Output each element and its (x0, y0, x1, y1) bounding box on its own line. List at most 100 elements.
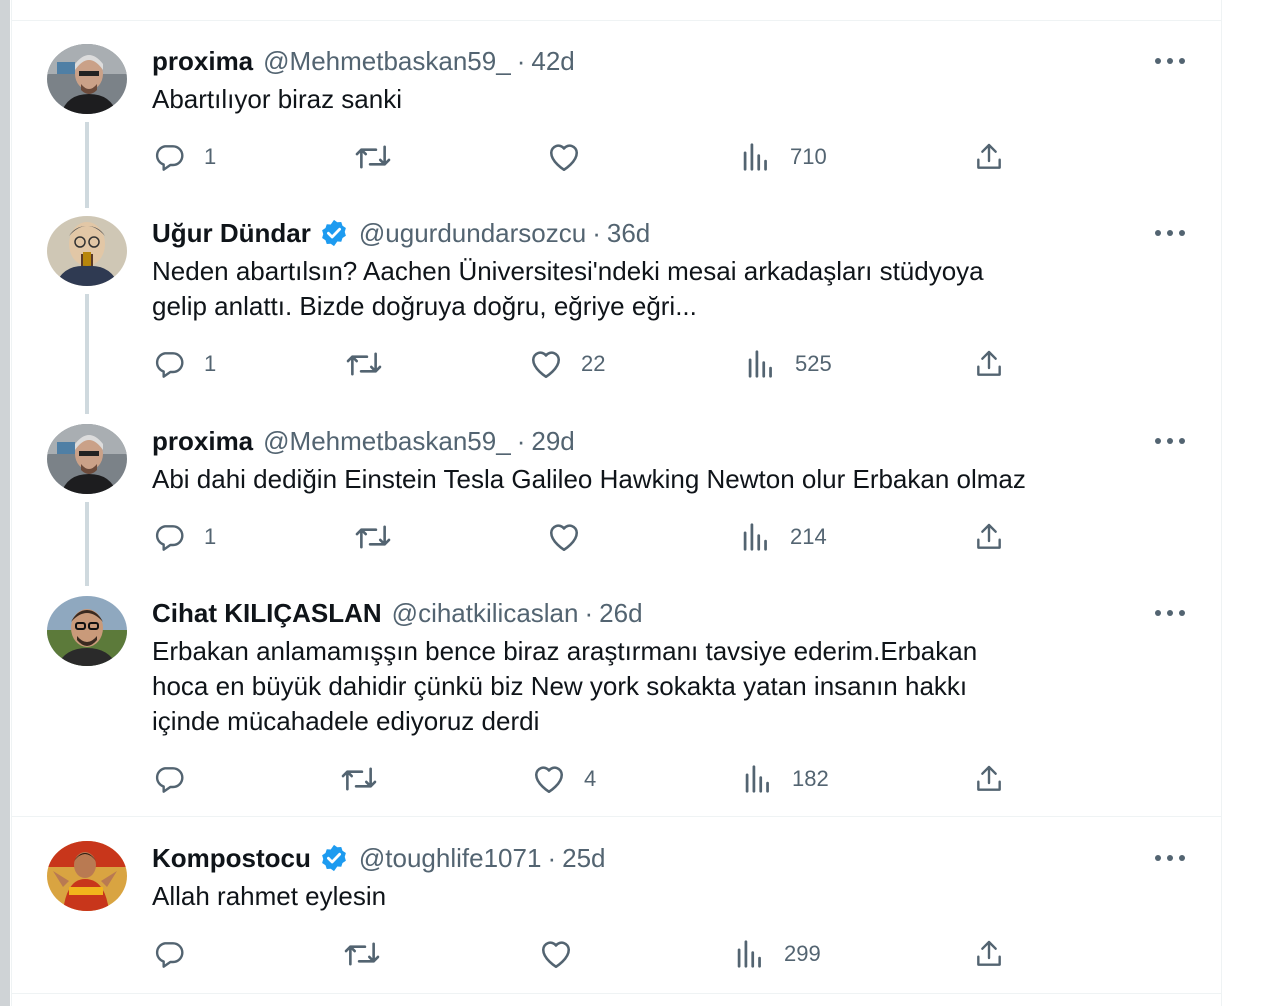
more-options-button[interactable] (1152, 218, 1188, 248)
tweet-text-line: gelip anlattı. Bizde doğruya doğru, eğri… (152, 291, 697, 321)
views-button[interactable]: 299 (734, 934, 821, 974)
tweet[interactable]: proxima @Mehmetbaskan59_ · 29d Abi dahi … (12, 420, 1221, 570)
share-button[interactable] (972, 137, 1006, 177)
avatar[interactable] (47, 841, 127, 911)
like-count: 22 (581, 351, 606, 376)
divider (12, 993, 1221, 994)
like-button[interactable]: 22 (529, 344, 605, 384)
verified-badge-icon (322, 844, 346, 872)
tweet-text-line: Erbakan anlamamışşın bence biraz araştır… (152, 636, 978, 666)
views-icon (743, 143, 767, 171)
author-name[interactable]: Uğur Dündar (152, 218, 311, 249)
views-button[interactable]: 214 (740, 517, 827, 557)
retweet-button[interactable] (354, 517, 410, 557)
view-count: 525 (795, 351, 832, 376)
views-icon (737, 940, 761, 968)
author-name[interactable]: proxima (152, 46, 253, 77)
views-icon (748, 350, 772, 378)
reply-button[interactable]: 1 (152, 344, 216, 384)
retweet-icon (346, 352, 382, 376)
reply-button[interactable] (152, 759, 204, 799)
more-options-button[interactable] (1152, 426, 1188, 456)
tweet-text: Erbakan anlamamışşın bence biraz araştır… (152, 634, 1212, 739)
tweet[interactable]: Cihat KILIÇASLAN @cihatkilicaslan · 26d … (12, 592, 1221, 812)
tweet-header: Uğur Dündar @ugurdundarsozcu · 36d (152, 216, 650, 250)
like-button[interactable] (539, 934, 591, 974)
author-handle[interactable]: @cihatkilicaslan (392, 598, 579, 629)
timestamp[interactable]: 25d (562, 843, 605, 874)
author-name[interactable]: Cihat KILIÇASLAN (152, 598, 382, 629)
reply-icon (155, 352, 184, 378)
reply-button[interactable]: 1 (152, 517, 216, 557)
more-icon (1155, 438, 1185, 444)
views-button[interactable]: 182 (742, 759, 829, 799)
views-button[interactable]: 710 (740, 137, 827, 177)
timestamp[interactable]: 26d (599, 598, 642, 629)
retweet-button[interactable] (343, 934, 399, 974)
more-icon (1155, 610, 1185, 616)
separator: · (592, 217, 601, 248)
retweet-button[interactable] (354, 137, 410, 177)
like-button[interactable] (547, 137, 599, 177)
tweet[interactable]: proxima @Mehmetbaskan59_ · 42d Abartılıy… (12, 40, 1221, 190)
more-icon (1155, 58, 1185, 64)
author-handle[interactable]: @toughlife1071 (359, 843, 542, 874)
separator: · (547, 842, 557, 873)
column-border-right (1221, 0, 1222, 1006)
avatar[interactable] (47, 424, 127, 494)
views-icon (743, 523, 767, 551)
share-icon (977, 523, 1001, 549)
avatar[interactable] (47, 44, 127, 114)
divider (12, 20, 1221, 21)
author-handle[interactable]: @Mehmetbaskan59_ (263, 46, 511, 77)
more-options-button[interactable] (1152, 843, 1188, 873)
heart-icon (531, 351, 561, 379)
retweet-icon (344, 942, 380, 966)
tweet-actions: 1 214 (12, 517, 1221, 557)
divider (12, 816, 1221, 817)
timestamp[interactable]: 42d (531, 46, 574, 77)
reply-button[interactable] (152, 934, 204, 974)
author-name[interactable]: proxima (152, 426, 253, 457)
share-button[interactable] (972, 759, 1006, 799)
reply-button[interactable]: 1 (152, 137, 216, 177)
retweet-button[interactable] (340, 759, 396, 799)
share-icon (977, 143, 1001, 169)
views-button[interactable]: 525 (745, 344, 832, 384)
tweet-actions: 1 710 (12, 137, 1221, 177)
share-button[interactable] (972, 517, 1006, 557)
separator: · (584, 597, 594, 628)
view-count: 299 (784, 941, 821, 966)
tweet-text: Allah rahmet eylesin (152, 879, 1212, 914)
author-name[interactable]: Kompostocu (152, 843, 311, 874)
like-button[interactable] (547, 517, 599, 557)
tweet-actions: 4 182 (12, 759, 1221, 799)
tweet-text-line: içinde mücahadele ediyoruz derdi (152, 706, 540, 736)
share-button[interactable] (972, 934, 1006, 974)
heart-icon (534, 766, 564, 794)
reply-icon (155, 145, 184, 171)
share-button[interactable] (972, 344, 1006, 384)
more-options-button[interactable] (1152, 46, 1188, 76)
timestamp[interactable]: 36d (607, 218, 650, 249)
tweet-header: proxima @Mehmetbaskan59_ · 42d (152, 44, 575, 78)
like-button[interactable]: 4 (532, 759, 596, 799)
heart-icon (541, 941, 571, 969)
avatar[interactable] (47, 596, 127, 666)
window-edge (0, 0, 10, 1006)
separator: · (516, 45, 526, 76)
more-options-button[interactable] (1152, 598, 1188, 628)
timestamp[interactable]: 29d (531, 426, 574, 457)
tweet-actions: 1 22 525 (12, 344, 1221, 384)
tweet-header: proxima @Mehmetbaskan59_ · 29d (152, 424, 575, 458)
tweet-text: Neden abartılsın? Aachen Üniversitesi'nd… (152, 254, 1212, 324)
tweet[interactable]: Kompostocu @toughlife1071 · 25d Allah ra… (12, 837, 1221, 987)
share-icon (977, 940, 1001, 966)
share-icon (977, 765, 1001, 791)
reply-icon (155, 525, 184, 551)
author-handle[interactable]: @ugurdundarsozcu (359, 218, 586, 249)
retweet-button[interactable] (345, 344, 401, 384)
avatar[interactable] (47, 216, 127, 286)
author-handle[interactable]: @Mehmetbaskan59_ (263, 426, 511, 457)
tweet[interactable]: Uğur Dündar @ugurdundarsozcu · 36d Neden… (12, 212, 1221, 402)
